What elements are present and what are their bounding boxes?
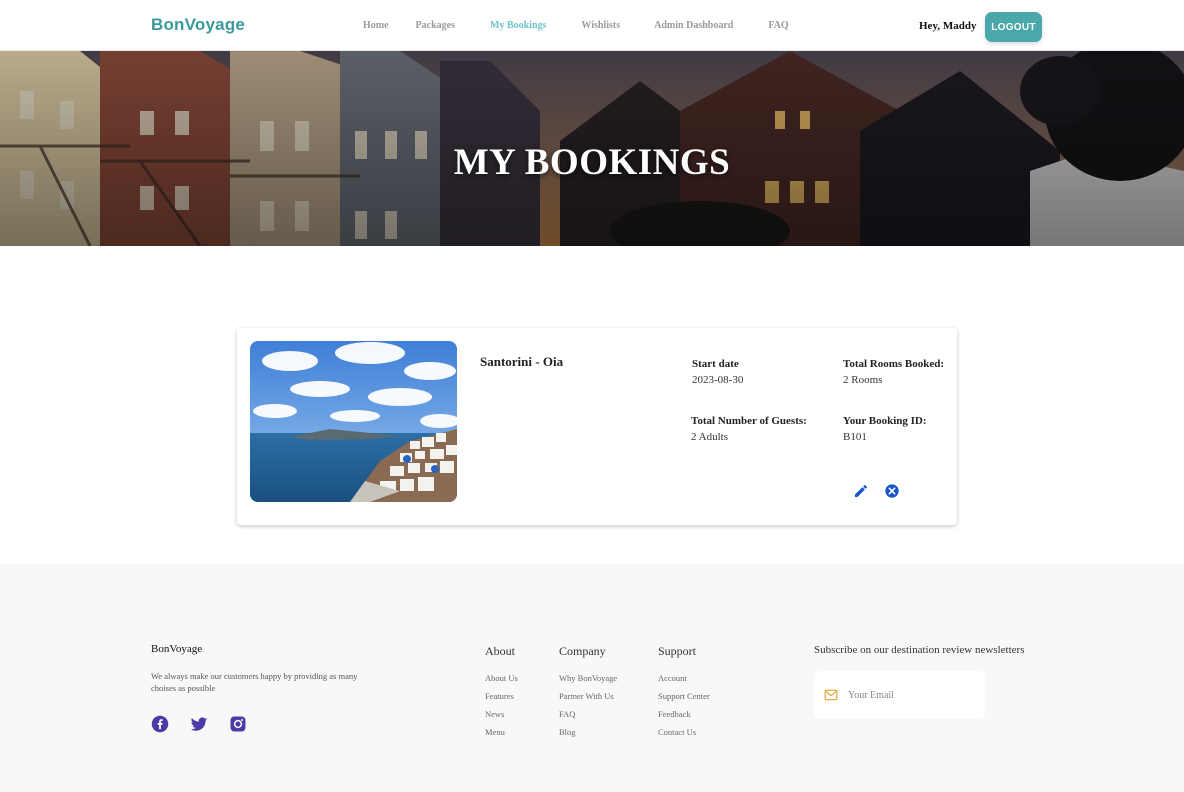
booking-card: Santorini - Oia Start date 2023-08-30 To… <box>237 328 957 525</box>
top-navbar: BonVoyage Home Packages My Bookings Wish… <box>0 0 1184 51</box>
nav-link-my-bookings[interactable]: My Bookings <box>490 20 546 31</box>
footer-link-account[interactable]: Account <box>658 673 687 683</box>
site-footer: BonVoyage We always make our customers h… <box>0 564 1184 792</box>
close-circle-icon[interactable] <box>884 483 900 499</box>
footer-link-partner[interactable]: Partner With Us <box>559 691 614 701</box>
brand-logo[interactable]: BonVoyage <box>151 15 245 35</box>
footer-link-support-center[interactable]: Support Center <box>658 691 710 701</box>
mail-icon <box>824 689 838 701</box>
footer-col-about-title: About <box>485 644 515 658</box>
destination-name: Santorini - Oia <box>480 354 564 369</box>
subscribe-title: Subscribe on our destination review news… <box>814 644 1025 656</box>
start-date-label: Start date <box>692 358 739 370</box>
nav-link-faq[interactable]: FAQ <box>768 20 788 31</box>
rooms-value: 2 Rooms <box>843 374 883 386</box>
footer-link-menu[interactable]: Menu <box>485 727 505 737</box>
hero-banner: MY BOOKINGS <box>0 51 1184 246</box>
footer-link-features[interactable]: Features <box>485 691 514 701</box>
guests-label: Total Number of Guests: <box>691 415 807 427</box>
footer-description: We always make our customers happy by pr… <box>151 671 358 693</box>
pencil-icon[interactable] <box>853 483 869 499</box>
footer-link-faq[interactable]: FAQ <box>559 709 575 719</box>
guests-value: 2 Adults <box>691 431 728 443</box>
footer-col-support-title: Support <box>658 644 697 658</box>
booking-id-value: B101 <box>843 431 867 443</box>
nav-links: Home Packages My Bookings Wishlists Admi… <box>363 20 789 31</box>
nav-link-packages[interactable]: Packages <box>416 20 455 31</box>
footer-link-about-us[interactable]: About Us <box>485 673 518 683</box>
nav-link-wishlists[interactable]: Wishlists <box>581 20 620 31</box>
destination-image <box>250 341 457 502</box>
footer-link-news[interactable]: News <box>485 709 504 719</box>
footer-link-contact-us[interactable]: Contact Us <box>658 727 696 737</box>
facebook-icon[interactable] <box>151 715 169 733</box>
start-date-value: 2023-08-30 <box>692 374 744 386</box>
logout-button[interactable]: LOGOUT <box>985 12 1042 42</box>
nav-link-admin-dashboard[interactable]: Admin Dashboard <box>654 20 733 31</box>
footer-brand: BonVoyage <box>151 643 203 655</box>
nav-link-home[interactable]: Home <box>363 20 389 31</box>
user-greeting: Hey, Maddy <box>919 20 977 32</box>
rooms-label: Total Rooms Booked: <box>843 358 945 370</box>
instagram-icon[interactable] <box>229 715 247 733</box>
booking-id-label: Your Booking ID: <box>843 415 927 427</box>
footer-col-company-title: Company <box>559 644 606 658</box>
footer-link-why-bonvoyage[interactable]: Why BonVoyage <box>559 673 617 683</box>
page-title: MY BOOKINGS <box>453 142 731 183</box>
email-input[interactable] <box>848 685 978 705</box>
twitter-icon[interactable] <box>190 715 208 733</box>
email-subscribe-box <box>814 671 985 719</box>
footer-link-blog[interactable]: Blog <box>559 727 576 737</box>
footer-link-feedback[interactable]: Feedback <box>658 709 691 719</box>
